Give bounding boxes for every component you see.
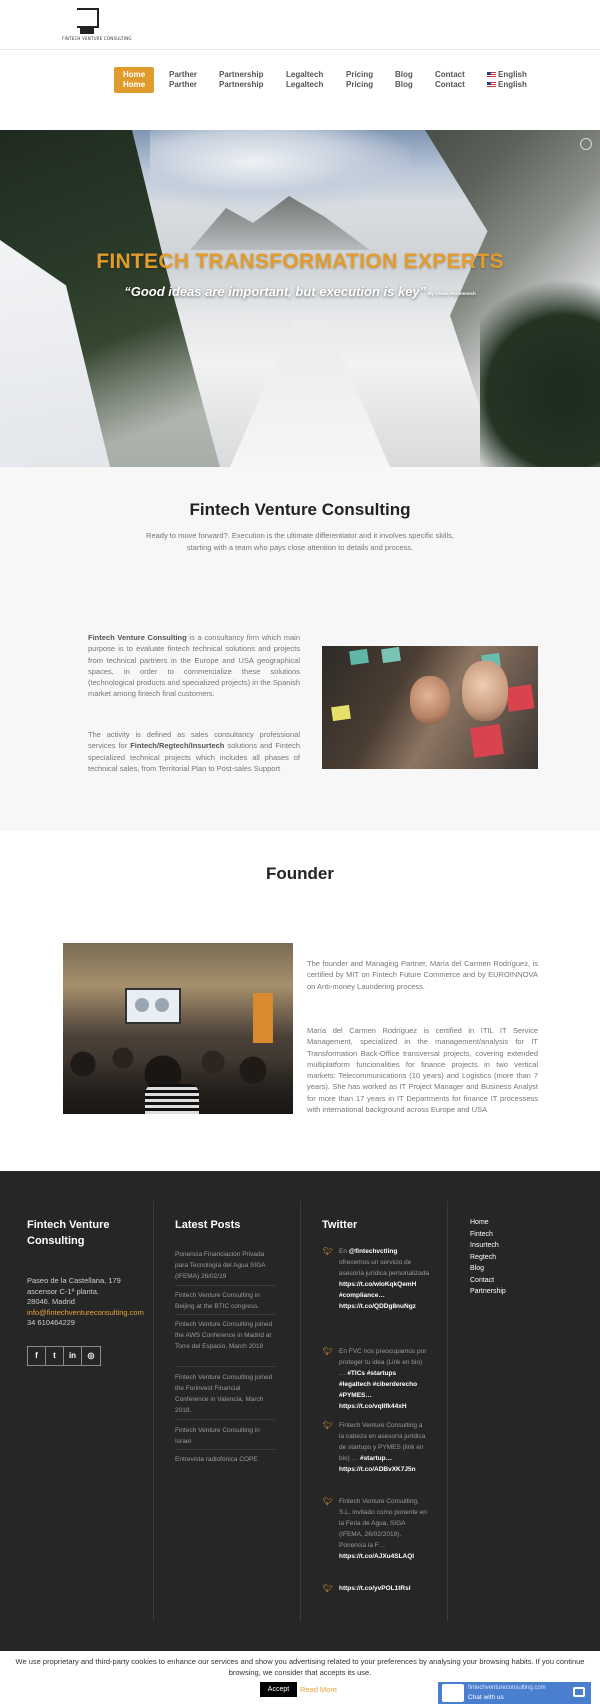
tweet-link[interactable]: https://t.co/yvPOL1tRsl xyxy=(339,1585,411,1592)
tweet: Fintech Venture Consulting a la cabeza e… xyxy=(339,1422,426,1473)
twitter-bird-icon: 🐦︎ xyxy=(323,1347,334,1356)
footer-company-title: Fintech Venture Consulting xyxy=(27,1219,110,1247)
footer-address: Paseo de la Castellana, 179 ascensor C-1… xyxy=(27,1276,157,1329)
hero-title: FINTECH TRANSFORMATION EXPERTS xyxy=(96,250,504,273)
linkedin-icon[interactable]: in xyxy=(64,1347,82,1365)
slider-control-icon[interactable] xyxy=(580,138,592,150)
twitter-bird-icon: 🐦︎ xyxy=(323,1497,334,1506)
intro-paragraph-2: The activity is defined as sales consult… xyxy=(88,730,300,773)
chat-widget[interactable]: fintechventureconsulting.com Chat with u… xyxy=(438,1682,591,1704)
post-link[interactable]: Entrevista radiofónica COPE xyxy=(175,1454,275,1465)
founder-title: Founder xyxy=(266,864,334,883)
instagram-icon[interactable]: ◎ xyxy=(82,1347,100,1365)
tweet-link[interactable]: https://t.co/AJXu4SLAQI xyxy=(339,1553,414,1560)
tweet: Fintech Venture Consulting, S.L. invitad… xyxy=(339,1498,427,1560)
monitor-logo-icon xyxy=(77,8,99,28)
facebook-icon[interactable]: f xyxy=(28,1347,46,1365)
chat-site: fintechventureconsulting.com xyxy=(468,1685,546,1691)
logo-text: FINTECH VENTURE CONSULTING xyxy=(62,36,132,41)
hero-quote: “Good ideas are important, but execution… xyxy=(124,284,476,299)
twitter-bird-icon: 🐦︎ xyxy=(323,1247,334,1256)
founder-paragraph-1: The founder and Managing Partner, María … xyxy=(307,959,538,991)
cookie-text: We use proprietary and third-party cooki… xyxy=(15,1657,585,1677)
founder-paragraph-2: María del Carmen Rodríguez is certified … xyxy=(307,1026,538,1115)
footer-phone: 34 610464229 xyxy=(27,1318,75,1327)
nav-pricing[interactable]: Pricing Pricing xyxy=(346,67,373,93)
tweet-handle-link[interactable]: @fintechvctling xyxy=(349,1248,398,1255)
twitter-icon[interactable]: t xyxy=(46,1347,64,1365)
footer-posts-title: Latest Posts xyxy=(175,1219,241,1231)
footer-twitter-title: Twitter xyxy=(322,1219,358,1231)
nav-legaltech[interactable]: Legaltech Legaltech xyxy=(286,67,323,93)
footer-menu-home[interactable]: Home xyxy=(470,1217,506,1229)
post-link[interactable]: Fintech Venture Consulting joined the AW… xyxy=(175,1319,275,1352)
site-header: FINTECH VENTURE CONSULTING xyxy=(0,0,600,50)
chat-label: Chat with us xyxy=(468,1694,504,1701)
intro-paragraph-1: Fintech Venture Consulting is a consulta… xyxy=(88,633,300,699)
nav-parther[interactable]: Parther Parther xyxy=(169,67,197,93)
nav-contact[interactable]: Contact Contact xyxy=(435,67,465,93)
footer-menu-insurtech[interactable]: Insurtech xyxy=(470,1240,506,1252)
post-link[interactable]: Fintech Venture Consulting joined the Fo… xyxy=(175,1372,275,1416)
footer-menu-contact[interactable]: Contact xyxy=(470,1275,506,1287)
post-link[interactable]: Fintech Venture Consulting in Beijing at… xyxy=(175,1290,275,1312)
read-more-link[interactable]: Read More xyxy=(300,1682,337,1697)
footer-email-link[interactable]: info@fintechventureconsulting.com xyxy=(27,1308,157,1319)
us-flag-icon xyxy=(487,71,496,78)
tweet: En FVC nos preocupamos por proteger tu i… xyxy=(339,1348,427,1410)
intro-subtitle: Ready to move forward?. Execution is the… xyxy=(146,531,454,552)
us-flag-icon xyxy=(487,81,496,88)
footer-menu: Home Fintech Insurtech Regtech Blog Cont… xyxy=(470,1217,506,1298)
nav-language[interactable]: English English xyxy=(487,67,527,93)
footer-menu-partnership[interactable]: Partnership xyxy=(470,1286,506,1298)
team-whiteboard-photo xyxy=(322,646,538,769)
footer-menu-blog[interactable]: Blog xyxy=(470,1263,506,1275)
tweet: En @fintechvctling ofrecemos un servicio… xyxy=(339,1248,429,1310)
accept-cookies-button[interactable]: Accept xyxy=(260,1682,297,1697)
twitter-bird-icon: 🐦︎ xyxy=(323,1584,334,1593)
hero-banner: FINTECH TRANSFORMATION EXPERTS “Good ide… xyxy=(0,130,600,467)
tweet-link[interactable]: #TICs #startups #legaltech #ciberderecho… xyxy=(339,1370,417,1410)
tweet: https://t.co/yvPOL1tRsl xyxy=(339,1583,429,1594)
chat-avatar xyxy=(442,1684,464,1702)
site-logo[interactable]: FINTECH VENTURE CONSULTING xyxy=(62,8,132,44)
nav-blog[interactable]: Blog Blog xyxy=(395,67,413,93)
post-link[interactable]: Ponencia Financiación Privada para Tecno… xyxy=(175,1249,275,1282)
chat-bubble-icon xyxy=(573,1687,585,1697)
footer-menu-fintech[interactable]: Fintech xyxy=(470,1229,506,1241)
tweet-link[interactable]: https://t.co/wIoKqkQemH #compliance… htt… xyxy=(339,1281,416,1310)
social-links: f t in ◎ xyxy=(27,1346,101,1366)
nav-home[interactable]: Home Home xyxy=(114,67,155,93)
conference-audience-photo xyxy=(63,943,293,1114)
nav-partnership[interactable]: Partnership Partnership xyxy=(219,67,263,93)
footer-menu-regtech[interactable]: Regtech xyxy=(470,1252,506,1264)
intro-title: Fintech Venture Consulting xyxy=(189,500,411,519)
post-link[interactable]: Fintech Venture Consulting in Israel xyxy=(175,1425,275,1447)
twitter-bird-icon: 🐦︎ xyxy=(323,1421,334,1430)
quote-attribution: By Gleeia Abramovich xyxy=(428,291,476,296)
